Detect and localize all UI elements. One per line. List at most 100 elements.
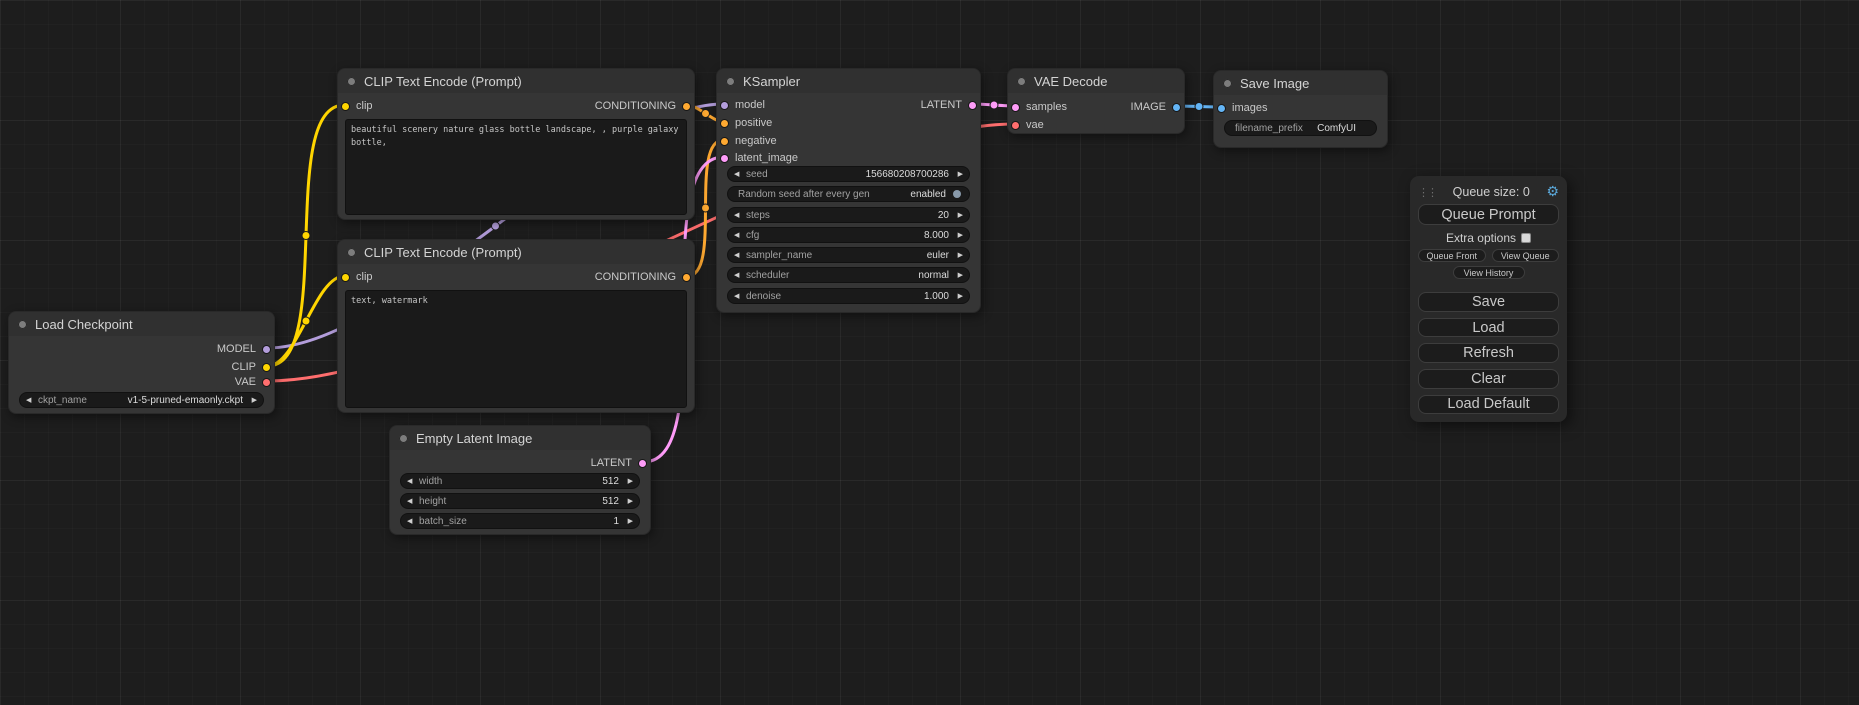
- node-clip-text-encode-positive[interactable]: CLIP Text Encode (Prompt)clipCONDITIONIN…: [337, 68, 695, 220]
- node-title: KSampler: [743, 74, 800, 89]
- widget-increment-icon[interactable]: ▶: [953, 292, 963, 300]
- node-collapse-dot[interactable]: [18, 320, 27, 329]
- input-slot-negative[interactable]: [720, 137, 729, 146]
- output-slot-label: VAE: [235, 376, 256, 388]
- widget-increment-icon[interactable]: ▶: [953, 231, 963, 239]
- extra-options-checkbox[interactable]: [1521, 233, 1531, 243]
- node-save-image[interactable]: Save Imageimagesfilename_prefixComfyUI: [1213, 70, 1388, 148]
- input-slot-samples[interactable]: [1011, 103, 1020, 112]
- widget-decrement-icon[interactable]: ◀: [407, 477, 417, 485]
- output-slot-conditioning[interactable]: [682, 102, 691, 111]
- node-collapse-dot[interactable]: [347, 77, 356, 86]
- output-slot-label: IMAGE: [1131, 101, 1166, 113]
- widget-label: width: [419, 476, 442, 487]
- widget-random-seed-after-every-gen[interactable]: Random seed after every genenabled: [727, 186, 970, 202]
- input-slot-model[interactable]: [720, 101, 729, 110]
- toggle-dot-icon[interactable]: [953, 190, 961, 198]
- node-collapse-dot[interactable]: [399, 434, 408, 443]
- widget-decrement-icon[interactable]: ◀: [407, 497, 417, 505]
- comfyui-canvas[interactable]: { "canvas": {"w": 1859, "h": 705}, "slot…: [0, 0, 1859, 705]
- widget-value: 1: [613, 516, 619, 527]
- output-slot-latent[interactable]: [638, 459, 647, 468]
- queue-front-button[interactable]: Queue Front: [1418, 249, 1486, 262]
- load-default-button[interactable]: Load Default: [1418, 395, 1559, 415]
- widget-decrement-icon[interactable]: ◀: [734, 292, 744, 300]
- widget-label: steps: [746, 210, 770, 221]
- node-canvas[interactable]: Load CheckpointMODELCLIPVAE◀ckpt_namev1-…: [0, 0, 1859, 705]
- widget-seed[interactable]: ◀seed156680208700286▶: [727, 166, 970, 182]
- output-slot-image[interactable]: [1172, 103, 1181, 112]
- input-slot-label: vae: [1026, 119, 1044, 131]
- clear-button[interactable]: Clear: [1418, 369, 1559, 389]
- widget-label: height: [419, 496, 446, 507]
- node-vae-decode[interactable]: VAE DecodesamplesvaeIMAGE: [1007, 68, 1185, 134]
- input-slot-positive[interactable]: [720, 119, 729, 128]
- save-button[interactable]: Save: [1418, 292, 1559, 312]
- widget-decrement-icon[interactable]: ◀: [26, 396, 36, 404]
- input-slot-clip[interactable]: [341, 102, 350, 111]
- widget-increment-icon[interactable]: ▶: [953, 170, 963, 178]
- view-history-button[interactable]: View History: [1453, 266, 1525, 279]
- node-clip-text-encode-negative[interactable]: CLIP Text Encode (Prompt)clipCONDITIONIN…: [337, 239, 695, 413]
- output-slot-conditioning[interactable]: [682, 273, 691, 282]
- node-load-checkpoint[interactable]: Load CheckpointMODELCLIPVAE◀ckpt_namev1-…: [8, 311, 275, 414]
- widget-decrement-icon[interactable]: ◀: [407, 517, 417, 525]
- load-button[interactable]: Load: [1418, 318, 1559, 338]
- widget-filename-prefix[interactable]: filename_prefixComfyUI: [1224, 120, 1377, 136]
- extra-options-label: Extra options: [1446, 231, 1516, 245]
- widget-increment-icon[interactable]: ▶: [953, 211, 963, 219]
- widget-height[interactable]: ◀height512▶: [400, 493, 640, 509]
- output-slot-latent[interactable]: [968, 101, 977, 110]
- widget-increment-icon[interactable]: ▶: [953, 271, 963, 279]
- output-slot-model[interactable]: [262, 345, 271, 354]
- input-slot-latent-image[interactable]: [720, 154, 729, 163]
- widget-decrement-icon[interactable]: ◀: [734, 251, 744, 259]
- widget-value: 20: [938, 210, 949, 221]
- input-slot-images[interactable]: [1217, 104, 1226, 113]
- node-ksampler[interactable]: KSamplermodelpositivenegativelatent_imag…: [716, 68, 981, 313]
- input-slot-row: latent_image: [720, 150, 798, 166]
- output-slot-vae[interactable]: [262, 378, 271, 387]
- widget-decrement-icon[interactable]: ◀: [734, 170, 744, 178]
- widget-steps[interactable]: ◀steps 20 ▶: [727, 207, 970, 223]
- queue-menu: ⋮⋮ Queue size: 0 ⚙ Queue Prompt Extra op…: [1410, 176, 1567, 422]
- widget-value: 1.000: [924, 291, 949, 302]
- widget-increment-icon[interactable]: ▶: [247, 396, 257, 404]
- refresh-button[interactable]: Refresh: [1418, 343, 1559, 363]
- node-title: Empty Latent Image: [416, 431, 532, 446]
- widget-decrement-icon[interactable]: ◀: [734, 271, 744, 279]
- widget-ckpt-name[interactable]: ◀ckpt_namev1-5-pruned-emaonly.ckpt▶: [19, 392, 264, 408]
- widget-increment-icon[interactable]: ▶: [623, 497, 633, 505]
- widget-label: denoise: [746, 291, 781, 302]
- node-collapse-dot[interactable]: [1223, 79, 1232, 88]
- node-collapse-dot[interactable]: [347, 248, 356, 257]
- widget-sampler-name[interactable]: ◀sampler_nameeuler▶: [727, 247, 970, 263]
- input-slot-clip[interactable]: [341, 273, 350, 282]
- widget-increment-icon[interactable]: ▶: [953, 251, 963, 259]
- input-slot-row: images: [1217, 100, 1267, 116]
- widget-scheduler[interactable]: ◀schedulernormal▶: [727, 267, 970, 283]
- prompt-textarea[interactable]: beautiful scenery nature glass bottle la…: [345, 119, 687, 215]
- widget-decrement-icon[interactable]: ◀: [734, 231, 744, 239]
- drag-handle-icon[interactable]: ⋮⋮: [1418, 186, 1436, 199]
- view-queue-button[interactable]: View Queue: [1492, 249, 1560, 262]
- node-collapse-dot[interactable]: [1017, 77, 1026, 86]
- history-row: View History: [1418, 266, 1559, 279]
- prompt-textarea[interactable]: text, watermark: [345, 290, 687, 408]
- output-slot-row: MODEL: [217, 341, 271, 357]
- widget-increment-icon[interactable]: ▶: [623, 477, 633, 485]
- widget-denoise[interactable]: ◀denoise 1.000 ▶: [727, 288, 970, 304]
- widget-cfg[interactable]: ◀cfg8.000▶: [727, 227, 970, 243]
- widget-decrement-icon[interactable]: ◀: [734, 211, 744, 219]
- node-collapse-dot[interactable]: [726, 77, 735, 86]
- widget-batch-size[interactable]: ◀batch_size1▶: [400, 513, 640, 529]
- input-slot-label: clip: [356, 271, 373, 283]
- queue-prompt-button[interactable]: Queue Prompt: [1418, 204, 1559, 225]
- output-slot-row: CLIP: [232, 359, 271, 375]
- widget-width[interactable]: ◀width512▶: [400, 473, 640, 489]
- output-slot-clip[interactable]: [262, 363, 271, 372]
- node-empty-latent-image[interactable]: Empty Latent ImageLATENT◀width512▶◀heigh…: [389, 425, 651, 535]
- settings-gear-icon[interactable]: ⚙: [1546, 184, 1559, 200]
- widget-increment-icon[interactable]: ▶: [623, 517, 633, 525]
- input-slot-vae[interactable]: [1011, 121, 1020, 130]
